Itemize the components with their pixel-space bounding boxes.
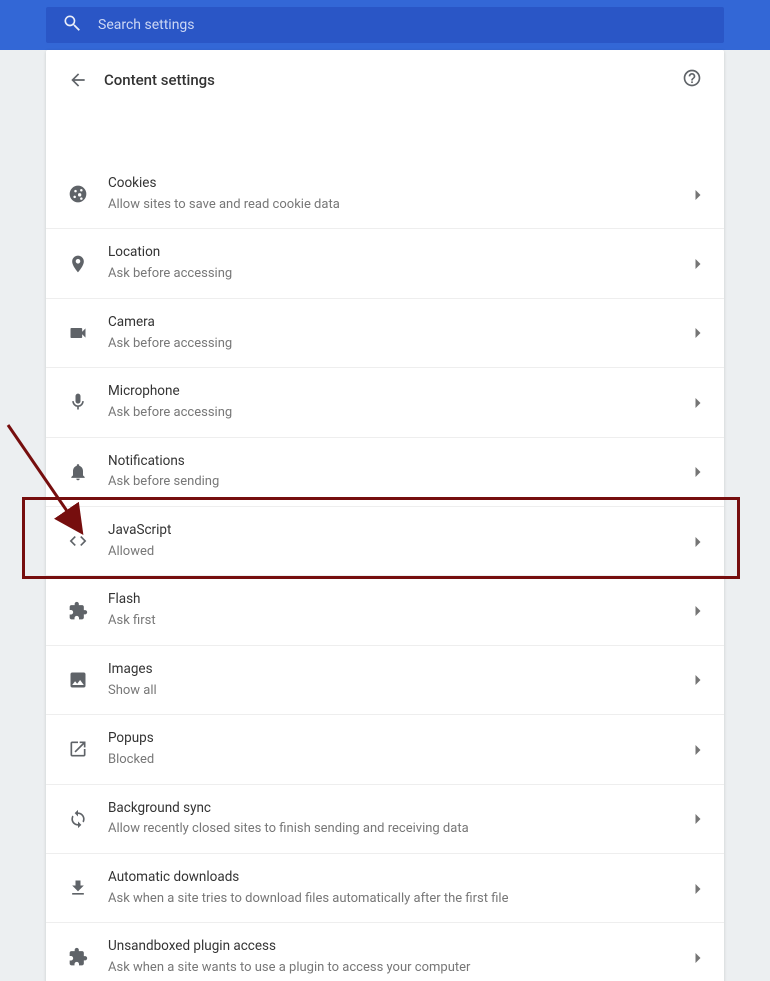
row-images[interactable]: Images Show all xyxy=(46,645,724,714)
top-bar: Search settings xyxy=(0,0,770,50)
row-title: Unsandboxed plugin access xyxy=(108,937,694,956)
settings-list: Cookies Allow sites to save and read coo… xyxy=(46,110,724,981)
chevron-right-icon xyxy=(694,670,702,689)
code-icon xyxy=(68,531,88,551)
row-cookies[interactable]: Cookies Allow sites to save and read coo… xyxy=(46,160,724,228)
chevron-right-icon xyxy=(694,185,702,204)
row-notifications[interactable]: Notifications Ask before sending xyxy=(46,437,724,506)
camera-icon xyxy=(68,323,88,343)
microphone-icon xyxy=(68,392,88,412)
row-subtitle: Ask when a site tries to download files … xyxy=(108,889,694,909)
row-title: Location xyxy=(108,243,694,262)
chevron-right-icon xyxy=(694,809,702,828)
content-settings-panel: Content settings Cookies Allow sites to … xyxy=(46,50,724,981)
row-popups[interactable]: Popups Blocked xyxy=(46,714,724,783)
images-icon xyxy=(68,670,88,690)
cookie-icon xyxy=(68,184,88,204)
extension-icon xyxy=(68,601,88,621)
row-location[interactable]: Location Ask before accessing xyxy=(46,228,724,297)
row-title: Notifications xyxy=(108,452,694,471)
row-title: Popups xyxy=(108,729,694,748)
chevron-right-icon xyxy=(694,948,702,967)
row-subtitle: Allow recently closed sites to finish se… xyxy=(108,819,694,839)
row-subtitle: Ask before accessing xyxy=(108,334,694,354)
row-title: Background sync xyxy=(108,799,694,818)
row-title: Camera xyxy=(108,313,694,332)
page-title: Content settings xyxy=(104,71,215,89)
row-title: Cookies xyxy=(108,174,694,193)
row-flash[interactable]: Flash Ask first xyxy=(46,575,724,644)
row-subtitle: Show all xyxy=(108,681,694,701)
help-icon[interactable] xyxy=(682,68,702,92)
row-title: Flash xyxy=(108,590,694,609)
popup-icon xyxy=(68,739,88,759)
search-settings-input[interactable]: Search settings xyxy=(46,7,724,43)
row-camera[interactable]: Camera Ask before accessing xyxy=(46,298,724,367)
row-automatic-downloads[interactable]: Automatic downloads Ask when a site trie… xyxy=(46,853,724,922)
row-microphone[interactable]: Microphone Ask before accessing xyxy=(46,367,724,436)
chevron-right-icon xyxy=(694,879,702,898)
chevron-right-icon xyxy=(694,254,702,273)
row-background-sync[interactable]: Background sync Allow recently closed si… xyxy=(46,784,724,853)
bell-icon xyxy=(68,462,88,482)
extension-icon xyxy=(68,947,88,967)
row-title: JavaScript xyxy=(108,521,694,540)
sync-icon xyxy=(68,809,88,829)
row-title: Microphone xyxy=(108,382,694,401)
chevron-right-icon xyxy=(694,323,702,342)
back-arrow-icon[interactable] xyxy=(68,70,88,90)
search-icon xyxy=(62,13,82,37)
download-icon xyxy=(68,878,88,898)
row-subtitle: Allowed xyxy=(108,542,694,562)
chevron-right-icon xyxy=(694,740,702,759)
row-subtitle: Ask when a site wants to use a plugin to… xyxy=(108,958,694,978)
panel-header: Content settings xyxy=(46,50,724,110)
row-subtitle: Ask before sending xyxy=(108,472,694,492)
row-title: Images xyxy=(108,660,694,679)
row-subtitle: Ask before accessing xyxy=(108,264,694,284)
row-unsandboxed-plugin[interactable]: Unsandboxed plugin access Ask when a sit… xyxy=(46,922,724,981)
location-icon xyxy=(68,254,88,274)
chevron-right-icon xyxy=(694,462,702,481)
chevron-right-icon xyxy=(694,601,702,620)
row-subtitle: Blocked xyxy=(108,750,694,770)
row-subtitle: Ask before accessing xyxy=(108,403,694,423)
chevron-right-icon xyxy=(694,393,702,412)
row-subtitle: Allow sites to save and read cookie data xyxy=(108,195,694,215)
chevron-right-icon xyxy=(694,532,702,551)
row-javascript[interactable]: JavaScript Allowed xyxy=(46,506,724,575)
search-placeholder: Search settings xyxy=(98,17,195,33)
row-subtitle: Ask first xyxy=(108,611,694,631)
row-title: Automatic downloads xyxy=(108,868,694,887)
